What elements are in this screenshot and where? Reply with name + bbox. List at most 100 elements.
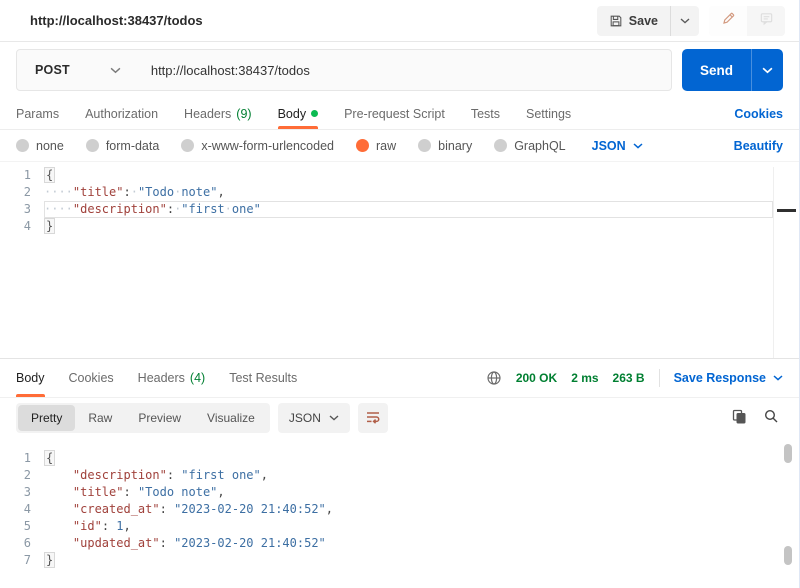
edit-button[interactable] <box>709 6 747 36</box>
search-icon[interactable] <box>763 408 779 429</box>
tab-label: Pre-request Script <box>344 107 445 121</box>
tab-label: Cookies <box>69 371 114 385</box>
radio-label: none <box>36 139 64 153</box>
radio-icon <box>181 139 194 152</box>
body-type-form-data[interactable]: form-data <box>86 139 160 153</box>
response-utility-icons <box>731 408 783 429</box>
line-number: 2 <box>0 467 44 484</box>
chevron-down-icon <box>110 67 121 74</box>
response-size[interactable]: 263 B <box>613 371 645 385</box>
radio-icon <box>86 139 99 152</box>
response-time[interactable]: 2 ms <box>571 371 598 385</box>
line-number: 7 <box>0 552 44 569</box>
tab-cookies[interactable]: Cookies <box>69 359 114 397</box>
tab-authorization[interactable]: Authorization <box>85 98 158 129</box>
cursor-position-marker <box>777 209 796 212</box>
save-response-button[interactable]: Save Response <box>674 371 783 385</box>
body-language-select[interactable]: JSON <box>592 139 643 153</box>
line-number: 5 <box>0 518 44 535</box>
body-type-graphql[interactable]: GraphQL <box>494 139 565 153</box>
line-content: "created_at": "2023-02-20 21:40:52", <box>44 501 799 518</box>
body-type-options: none form-data x-www-form-urlencoded raw bin… <box>16 139 643 153</box>
body-type-x-www-form-urlencoded[interactable]: x-www-form-urlencoded <box>181 139 334 153</box>
url-input[interactable]: http://localhost:38437/todos <box>139 63 671 78</box>
tab-label: Body <box>16 371 45 385</box>
response-scrollbar[interactable] <box>783 438 793 588</box>
tab-pre-request-script[interactable]: Pre-request Script <box>344 98 445 129</box>
tab-settings[interactable]: Settings <box>526 98 571 129</box>
radio-label: x-www-form-urlencoded <box>201 139 334 153</box>
tab-body[interactable]: Body <box>16 359 45 397</box>
code-line: 2····"title":·"Todo·note", <box>0 184 799 201</box>
line-number: 4 <box>0 218 44 235</box>
response-language-select[interactable]: JSON <box>278 403 350 433</box>
copy-button[interactable] <box>731 408 747 429</box>
save-options-button[interactable] <box>670 6 699 36</box>
status-badge[interactable]: 200 OK <box>516 371 557 385</box>
send-options-button[interactable] <box>751 49 783 91</box>
tab-params[interactable]: Params <box>16 98 59 129</box>
request-body-editor[interactable]: 1{2····"title":·"Todo·note",3····"descri… <box>0 162 799 358</box>
body-type-row: none form-data x-www-form-urlencoded raw bin… <box>0 130 799 162</box>
response-body-viewer: 1{2 "description": "first one",3 "title"… <box>0 438 799 588</box>
tab-label: Headers <box>138 371 185 385</box>
globe-icon <box>486 370 502 386</box>
view-raw[interactable]: Raw <box>75 405 125 431</box>
tab-test-results[interactable]: Test Results <box>229 359 297 397</box>
request-title-bar: http://localhost:38437/todos Save <box>0 0 799 42</box>
body-type-binary[interactable]: binary <box>418 139 472 153</box>
body-type-raw[interactable]: raw <box>356 139 396 153</box>
comments-button[interactable] <box>747 6 785 36</box>
code-line: 5 "id": 1, <box>0 518 799 535</box>
request-builder-row: POST http://localhost:38437/todos Send <box>0 42 799 98</box>
radio-icon <box>16 139 29 152</box>
tab-label: Body <box>278 107 307 121</box>
line-content: "title": "Todo note", <box>44 484 799 501</box>
beautify-link[interactable]: Beautify <box>734 139 783 153</box>
send-button[interactable]: Send <box>682 49 751 91</box>
response-header: Body Cookies Headers (4) Test Results 200 OK… <box>0 358 799 398</box>
radio-label: binary <box>438 139 472 153</box>
tab-label: Authorization <box>85 107 158 121</box>
line-content: { <box>44 167 799 184</box>
cookies-link[interactable]: Cookies <box>734 107 783 121</box>
view-visualize[interactable]: Visualize <box>194 405 268 431</box>
tab-label: Settings <box>526 107 571 121</box>
tab-headers[interactable]: Headers (4) <box>138 359 206 397</box>
body-language-value: JSON <box>592 139 626 153</box>
has-content-dot-icon <box>311 110 318 117</box>
line-number: 3 <box>0 484 44 501</box>
view-preview[interactable]: Preview <box>125 405 194 431</box>
body-type-none[interactable]: none <box>16 139 64 153</box>
tab-count-badge: (4) <box>190 371 205 385</box>
tab-label: Tests <box>471 107 500 121</box>
line-content: "description": "first one", <box>44 467 799 484</box>
chevron-down-icon <box>633 143 643 149</box>
scrollbar-thumb[interactable] <box>784 444 792 463</box>
request-tabs-row: Params Authorization Headers(9) Body Pre-req… <box>0 98 799 130</box>
tab-headers[interactable]: Headers(9) <box>184 98 252 129</box>
line-number: 3 <box>0 201 44 218</box>
request-editor-scrollbar[interactable] <box>773 167 799 358</box>
request-title: http://localhost:38437/todos <box>30 13 203 28</box>
wrap-lines-button[interactable] <box>358 403 388 433</box>
code-line: 6 "updated_at": "2023-02-20 21:40:52" <box>0 535 799 552</box>
save-icon <box>609 14 623 28</box>
radio-icon <box>494 139 507 152</box>
save-button[interactable]: Save <box>597 6 670 36</box>
secondary-actions <box>709 6 785 36</box>
save-button-group: Save <box>597 6 699 36</box>
scrollbar-thumb[interactable] <box>784 546 792 565</box>
tab-body[interactable]: Body <box>278 98 319 129</box>
response-view-switcher: PrettyRawPreviewVisualize <box>16 403 270 433</box>
tab-tests[interactable]: Tests <box>471 98 500 129</box>
line-content: } <box>44 552 799 569</box>
method-select[interactable]: POST <box>17 50 139 90</box>
line-content: { <box>44 450 799 467</box>
code-line: 1{ <box>0 450 799 467</box>
code-line: 4 "created_at": "2023-02-20 21:40:52", <box>0 501 799 518</box>
request-code-lines: 1{2····"title":·"Todo·note",3····"descri… <box>0 167 799 235</box>
radio-label: form-data <box>106 139 160 153</box>
view-pretty[interactable]: Pretty <box>18 405 75 431</box>
tab-label: Headers <box>184 107 231 121</box>
